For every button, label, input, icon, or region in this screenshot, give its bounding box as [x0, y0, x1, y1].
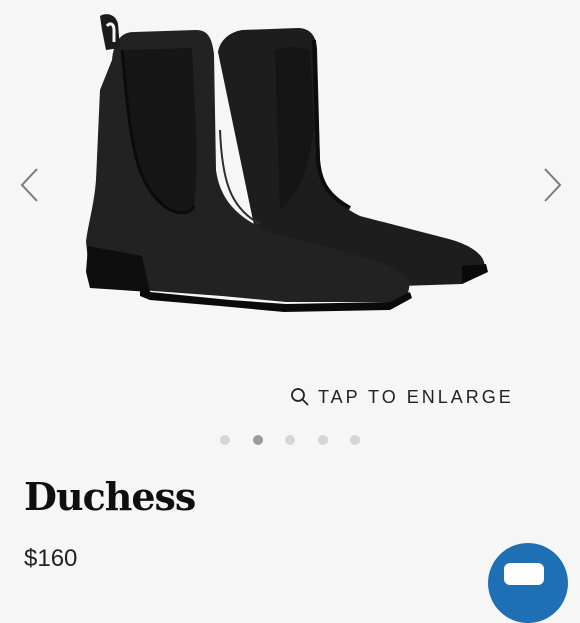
chevron-left-icon	[20, 168, 38, 202]
tap-to-enlarge-button[interactable]: TAP TO ENLARGE	[290, 384, 514, 410]
pagination-dot[interactable]	[317, 435, 328, 445]
pagination-dot[interactable]	[350, 435, 360, 445]
product-gallery[interactable]	[0, 0, 580, 370]
product-image[interactable]	[70, 10, 510, 340]
product-price: $160	[24, 545, 78, 572]
search-icon	[291, 388, 309, 406]
chat-button[interactable]	[488, 543, 568, 623]
product-name: Duchess	[24, 474, 196, 519]
pagination-dot[interactable]	[220, 435, 230, 445]
next-image-button[interactable]	[532, 160, 572, 210]
gallery-pagination	[0, 433, 580, 447]
pagination-dot[interactable]	[252, 435, 263, 445]
chevron-right-icon	[544, 168, 562, 202]
previous-image-button[interactable]	[10, 160, 50, 210]
chat-icon	[504, 563, 544, 585]
pagination-dot[interactable]	[285, 435, 295, 445]
enlarge-label: TAP TO ENLARGE	[318, 386, 514, 407]
